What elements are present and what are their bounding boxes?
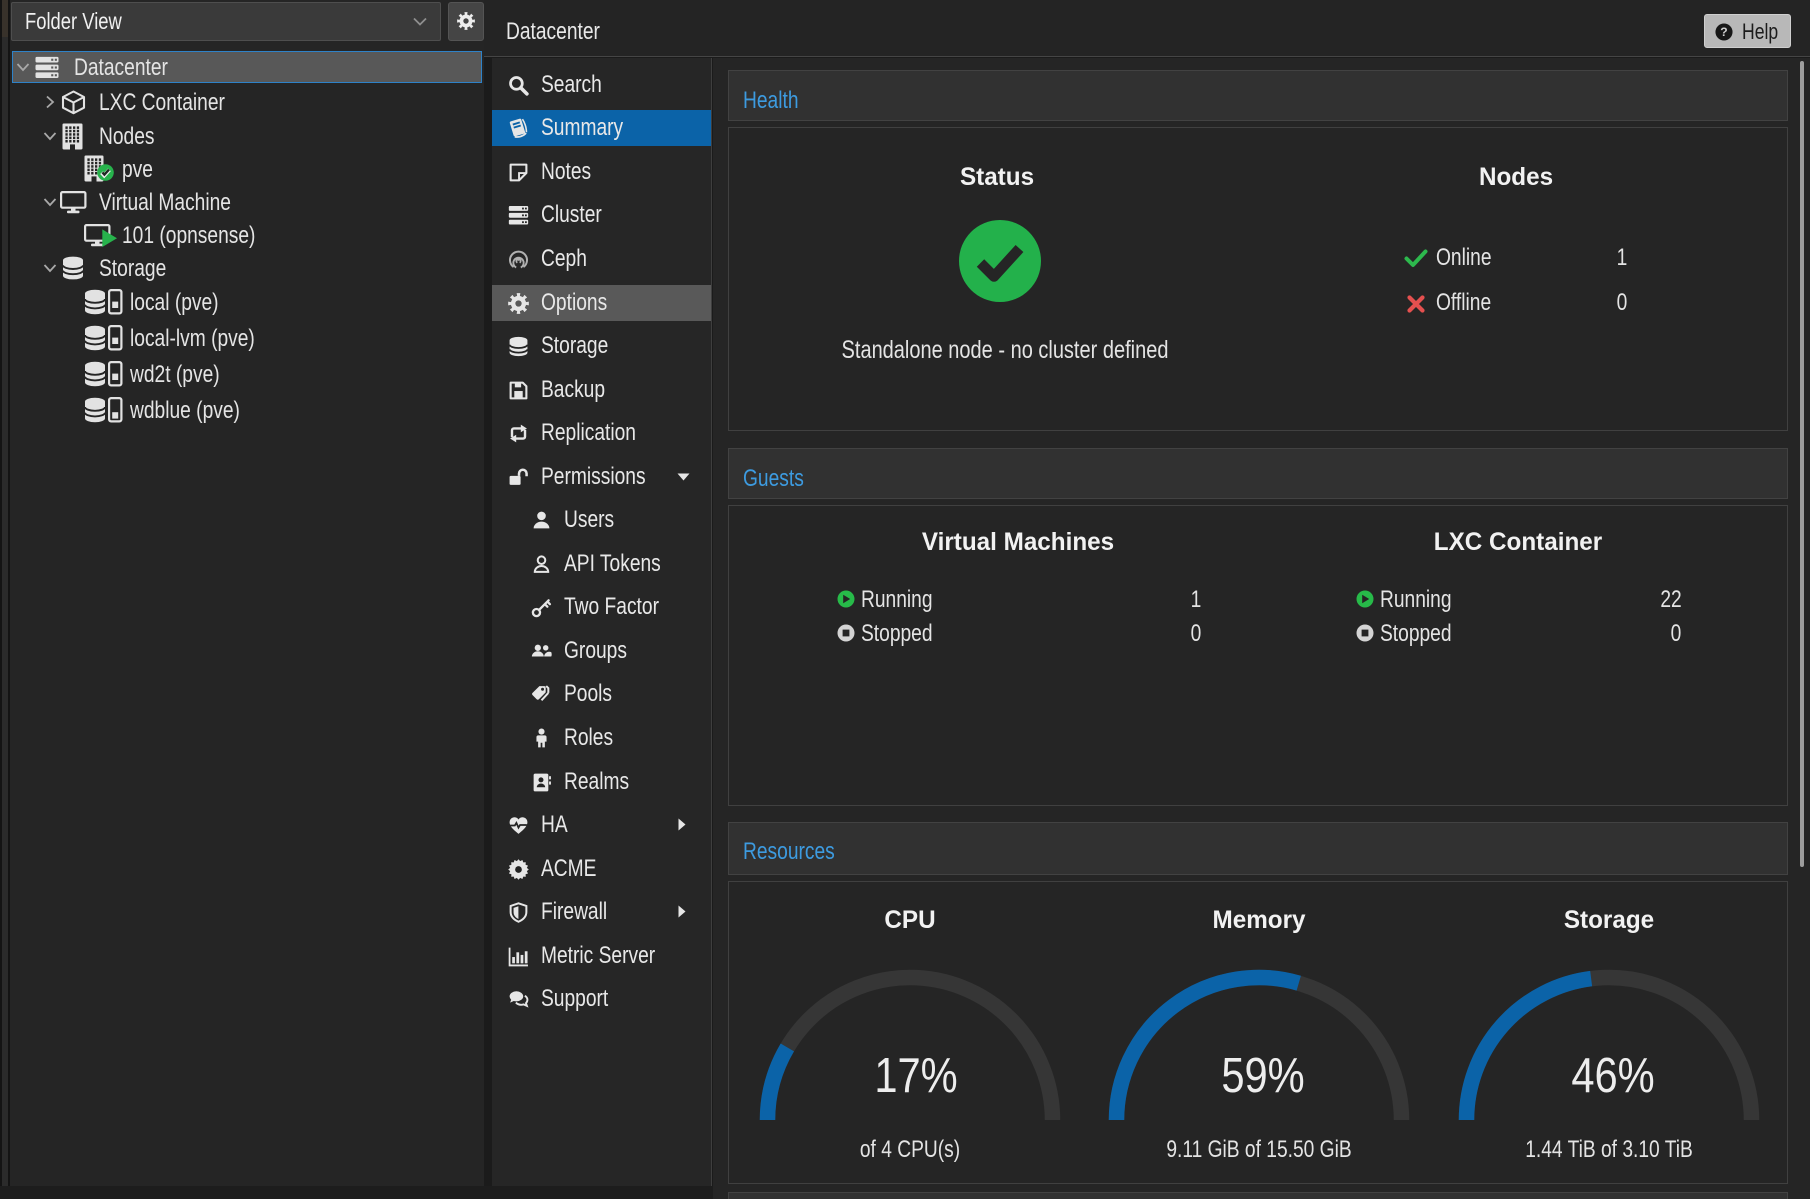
svg-text:?: ? — [1720, 25, 1727, 39]
